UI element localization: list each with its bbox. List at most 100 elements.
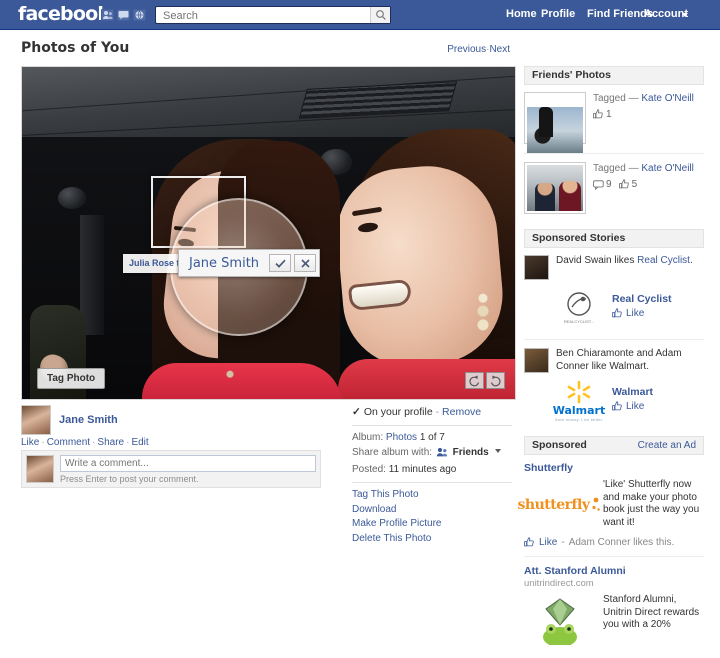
divider bbox=[524, 339, 704, 340]
thumbs-up-icon bbox=[524, 537, 535, 548]
comment-composer-body: Press Enter to post your comment. bbox=[60, 455, 316, 483]
avatar bbox=[26, 455, 54, 483]
make-profile-picture-action[interactable]: Make Profile Picture bbox=[352, 518, 512, 529]
shutterfly-dots-icon bbox=[590, 497, 602, 513]
avatar[interactable] bbox=[524, 255, 549, 280]
real-cyclist-logo-icon: REALCYCLIST... bbox=[555, 288, 603, 328]
posted-label: Posted: bbox=[352, 464, 386, 475]
post-action-links: Like·Comment·Share·Edit bbox=[21, 437, 149, 448]
nav-profile[interactable]: Profile bbox=[541, 8, 575, 20]
sponsored-brand-row: Walmart Save money. Live better. Walmart… bbox=[552, 380, 704, 422]
photo-lamp bbox=[58, 187, 86, 209]
edit-link[interactable]: Edit bbox=[131, 437, 148, 448]
sponsored-story-header: Ben Chiaramonte and Adam Conner like Wal… bbox=[524, 348, 704, 373]
chevron-down-icon[interactable] bbox=[682, 13, 688, 17]
search-box[interactable] bbox=[155, 6, 391, 24]
facebook-logo[interactable]: facebook bbox=[18, 3, 109, 25]
divider bbox=[352, 482, 512, 483]
tag-confirm-button[interactable] bbox=[269, 254, 291, 272]
tagged-person-link[interactable]: Kate O'Neill bbox=[641, 163, 694, 174]
notifications-glyph bbox=[134, 10, 145, 20]
comment-hint: Press Enter to post your comment. bbox=[60, 474, 316, 484]
chevron-down-icon[interactable] bbox=[495, 449, 501, 453]
messages-glyph bbox=[118, 10, 129, 20]
tag-confirm-dialog[interactable]: Jane Smith bbox=[178, 249, 320, 277]
engagement-counts: 1 bbox=[593, 108, 694, 121]
shutterfly-wordmark: shutterfly bbox=[518, 497, 590, 513]
friends-photos-body: Tagged — Kate O'Neill 1 bbox=[524, 85, 704, 227]
friends-photo-thumbnail[interactable] bbox=[524, 162, 586, 214]
remove-from-profile-link[interactable]: Remove bbox=[442, 406, 481, 418]
photo-owner-name[interactable]: Jane Smith bbox=[59, 414, 118, 426]
search-input[interactable] bbox=[161, 9, 361, 23]
delete-this-photo-action[interactable]: Delete This Photo bbox=[352, 533, 512, 544]
sponsored-story-text: Ben Chiaramonte and Adam Conner like Wal… bbox=[556, 348, 704, 373]
album-row: Album: Photos 1 of 7 bbox=[352, 432, 512, 443]
like-count: 5 bbox=[619, 178, 638, 191]
friend-requests-icon[interactable] bbox=[101, 9, 114, 21]
comment-input[interactable] bbox=[60, 455, 316, 472]
comment-count: 9 bbox=[593, 178, 612, 191]
avatar[interactable] bbox=[524, 348, 549, 373]
unitrin-ad-image bbox=[524, 594, 596, 646]
sponsored-header: Sponsored Create an Ad bbox=[524, 436, 704, 455]
notifications-icon[interactable] bbox=[133, 9, 146, 21]
sponsored-story[interactable]: David Swain likes Real Cyclist. REALCYCL… bbox=[524, 255, 704, 329]
comment-link[interactable]: Comment bbox=[47, 437, 90, 448]
friends-photo-thumbnail[interactable] bbox=[524, 92, 586, 144]
ad-like-link[interactable]: Like bbox=[539, 537, 557, 548]
avatar[interactable] bbox=[21, 405, 51, 435]
rotate-right-button[interactable] bbox=[486, 372, 505, 389]
engagement-counts: 9 5 bbox=[593, 178, 694, 191]
previous-link[interactable]: Previous bbox=[447, 44, 486, 55]
sponsored-body: Shutterfly shutterfly 'Like' Shutterfly … bbox=[524, 455, 704, 658]
ad-unit[interactable]: Shutterfly shutterfly 'Like' Shutterfly … bbox=[524, 462, 704, 548]
nav-home[interactable]: Home bbox=[506, 8, 537, 20]
friends-photo-item[interactable]: Tagged — Kate O'Neill 9 bbox=[524, 162, 704, 214]
friends-photos-header: Friends' Photos bbox=[524, 66, 704, 85]
tag-photo-button[interactable]: Tag Photo bbox=[37, 368, 105, 389]
shutterfly-logo: shutterfly bbox=[524, 479, 596, 531]
tag-reject-button[interactable] bbox=[294, 254, 316, 272]
share-value[interactable]: Friends bbox=[453, 447, 489, 458]
tagged-person-link[interactable]: Kate O'Neill bbox=[641, 93, 694, 104]
ad-title[interactable]: Att. Stanford Alumni bbox=[524, 565, 704, 577]
photo-person-center-shirt bbox=[142, 363, 342, 400]
story-link[interactable]: Real Cyclist bbox=[637, 255, 690, 266]
sponsored-title: Sponsored bbox=[532, 436, 587, 455]
ad-unit[interactable]: Att. Stanford Alumni unitrindirect.com S… bbox=[524, 565, 704, 646]
like-count-value: 1 bbox=[606, 108, 612, 121]
photo-viewer[interactable]: Julia Rose tagged Jane Smith Tag Photo bbox=[21, 66, 516, 400]
like-button[interactable]: Like bbox=[612, 308, 672, 319]
brand-name[interactable]: Walmart bbox=[612, 386, 653, 398]
sponsored-brand-text: Walmart Like bbox=[612, 380, 653, 412]
download-action[interactable]: Download bbox=[352, 504, 512, 515]
messages-icon[interactable] bbox=[117, 9, 130, 21]
tag-this-photo-action[interactable]: Tag This Photo bbox=[352, 489, 512, 500]
photo-earring bbox=[474, 289, 492, 335]
photo-rotate-controls bbox=[465, 372, 505, 389]
ad-social-row: Like - Adam Conner likes this. bbox=[524, 537, 704, 548]
search-button[interactable] bbox=[370, 7, 390, 23]
friends-photo-item[interactable]: Tagged — Kate O'Neill 1 bbox=[524, 92, 704, 144]
comment-composer[interactable]: Press Enter to post your comment. bbox=[21, 450, 321, 488]
next-link[interactable]: Next bbox=[489, 44, 510, 55]
photo-meta-panel: ✓On your profile - Remove Album: Photos … bbox=[352, 406, 512, 547]
check-icon: ✓ bbox=[352, 406, 361, 418]
share-link[interactable]: Share bbox=[97, 437, 124, 448]
ad-title[interactable]: Shutterfly bbox=[524, 462, 704, 474]
brand-name[interactable]: Real Cyclist bbox=[612, 293, 672, 305]
rotate-left-button[interactable] bbox=[465, 372, 484, 389]
close-icon bbox=[301, 259, 310, 268]
sep: · bbox=[126, 437, 129, 448]
photo-pagination: Previous·Next bbox=[447, 44, 510, 55]
like-button[interactable]: Like bbox=[612, 401, 653, 412]
global-header: facebook Home Profile Find Friends Accou… bbox=[0, 0, 720, 30]
sponsored-story[interactable]: Ben Chiaramonte and Adam Conner like Wal… bbox=[524, 348, 704, 422]
like-link[interactable]: Like bbox=[21, 437, 39, 448]
album-link[interactable]: Photos bbox=[386, 432, 417, 443]
create-an-ad-link[interactable]: Create an Ad bbox=[638, 436, 696, 455]
comment-bubble-icon bbox=[593, 180, 604, 190]
friends-photo-meta: Tagged — Kate O'Neill 9 bbox=[593, 162, 694, 214]
sponsored-stories-body: David Swain likes Real Cyclist. REALCYCL… bbox=[524, 248, 704, 436]
